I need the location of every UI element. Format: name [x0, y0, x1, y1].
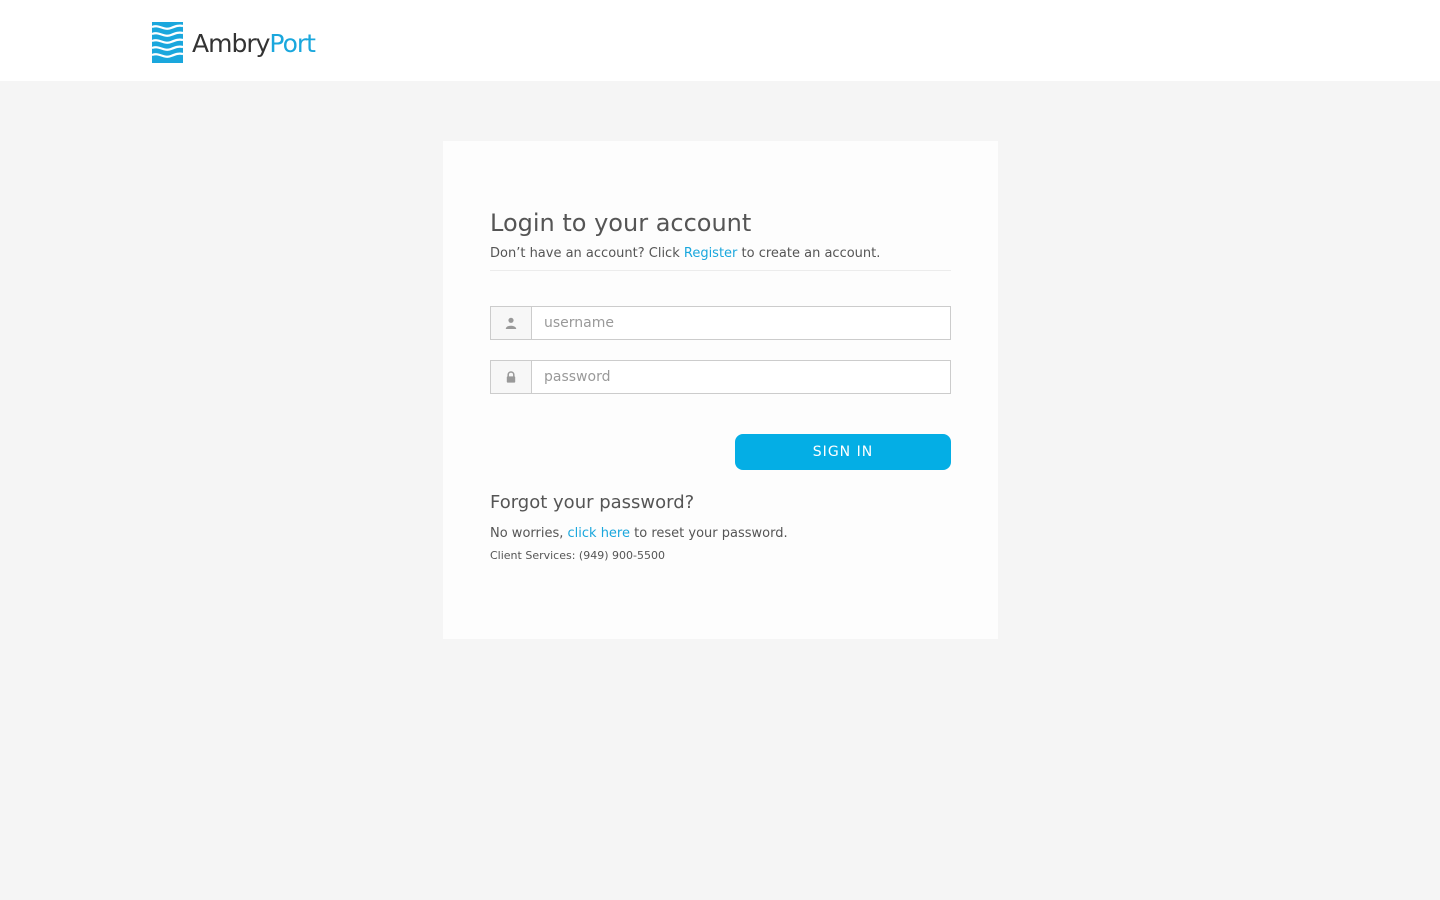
register-prompt-after: to create an account. [737, 246, 881, 261]
reset-password-link[interactable]: click here [568, 526, 630, 541]
login-card: Login to your account Don’t have an acco… [443, 141, 998, 639]
password-input[interactable] [532, 361, 950, 393]
lock-icon [491, 361, 532, 393]
divider [490, 270, 951, 271]
client-services-phone: Client Services: (949) 900-5500 [490, 549, 665, 562]
register-prompt-before: Don’t have an account? Click [490, 246, 684, 261]
forgot-text-before: No worries, [490, 526, 568, 541]
user-icon [491, 307, 532, 339]
register-link[interactable]: Register [684, 246, 738, 261]
login-title: Login to your account [490, 209, 752, 237]
forgot-password-title: Forgot your password? [490, 492, 695, 513]
username-input[interactable] [532, 307, 950, 339]
logo-text-port: Port [269, 28, 316, 58]
logo-wordmark: AmbryPort [192, 28, 316, 58]
username-field [490, 306, 951, 340]
ambryport-logo[interactable]: AmbryPort [152, 21, 316, 63]
waves-logo-icon [152, 21, 183, 63]
register-prompt: Don’t have an account? Click Register to… [490, 246, 880, 261]
logo-text-ambry: Ambry [192, 28, 270, 58]
sign-in-button[interactable]: SIGN IN [735, 434, 951, 470]
forgot-text-after: to reset your password. [630, 526, 788, 541]
top-bar: AmbryPort [0, 0, 1440, 81]
password-field [490, 360, 951, 394]
forgot-password-text: No worries, click here to reset your pas… [490, 526, 788, 541]
